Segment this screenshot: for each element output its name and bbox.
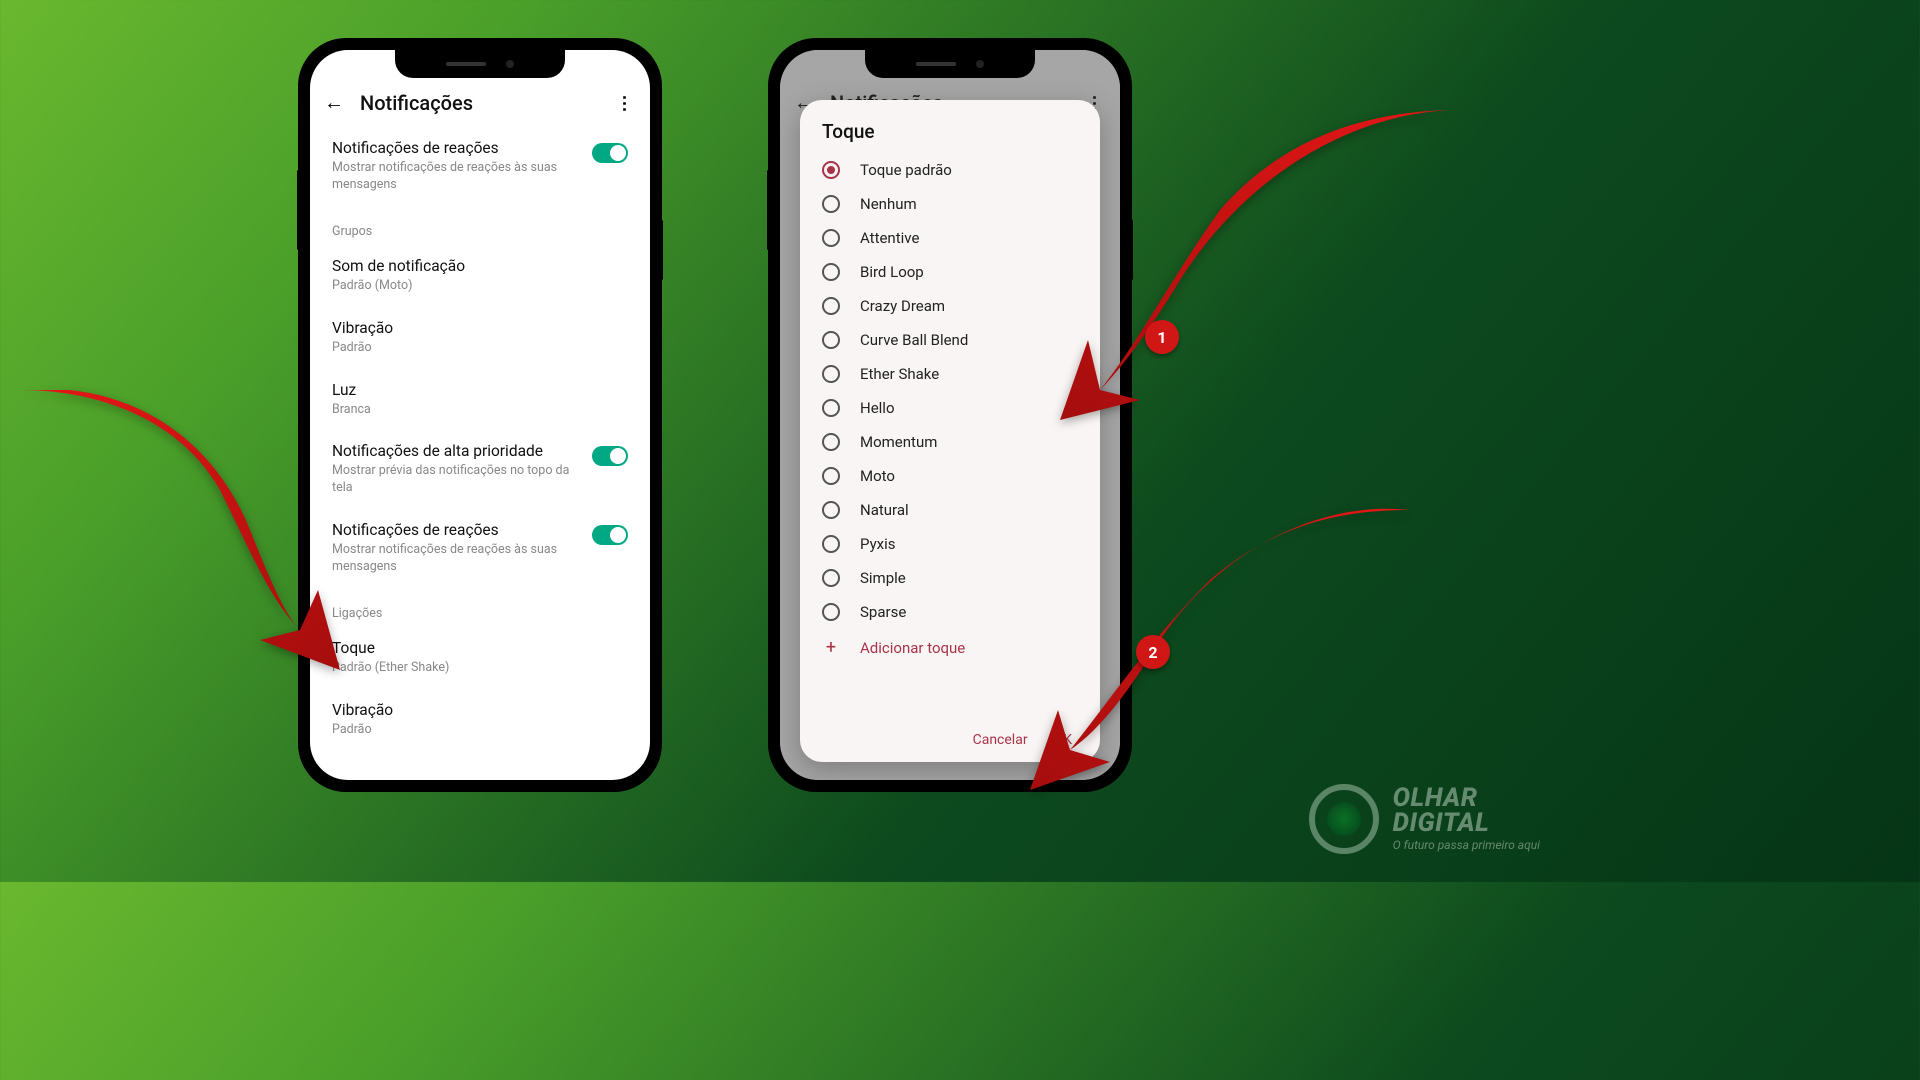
radio-label: Ether Shake bbox=[860, 365, 939, 383]
radio-icon bbox=[822, 433, 840, 451]
dialog-title: Toque bbox=[800, 120, 1100, 153]
row-vibracao-2[interactable]: Vibração Padrão bbox=[332, 689, 628, 751]
radio-icon bbox=[822, 535, 840, 553]
watermark-line2: DIGITAL bbox=[1393, 811, 1540, 836]
row-title: Notificações de reações bbox=[332, 521, 580, 539]
row-title: Vibração bbox=[332, 319, 628, 337]
phone-mockup-left: ← Notificações ⋯ Notificações de reações… bbox=[300, 40, 660, 790]
radio-icon bbox=[822, 331, 840, 349]
radio-option-crazy-dream[interactable]: Crazy Dream bbox=[822, 289, 1078, 323]
callout-arrow-left bbox=[0, 390, 340, 690]
radio-icon bbox=[822, 229, 840, 247]
row-som[interactable]: Som de notificação Padrão (Moto) bbox=[332, 245, 628, 307]
radio-label: Pyxis bbox=[860, 535, 896, 553]
radio-option-bird-loop[interactable]: Bird Loop bbox=[822, 255, 1078, 289]
step-badge-1: 1 bbox=[1145, 320, 1179, 354]
row-title: Notificações de reações bbox=[332, 139, 580, 157]
radio-label: Hello bbox=[860, 399, 895, 417]
radio-label: Momentum bbox=[860, 433, 937, 451]
row-toque[interactable]: Toque Padrão (Ether Shake) bbox=[332, 627, 628, 689]
row-subtitle: Padrão bbox=[332, 722, 628, 739]
radio-label: Crazy Dream bbox=[860, 297, 945, 315]
section-header-grupos: Grupos bbox=[332, 206, 628, 245]
cancel-button[interactable]: Cancelar bbox=[973, 732, 1028, 748]
radio-icon bbox=[822, 161, 840, 179]
row-subtitle: Padrão (Moto) bbox=[332, 278, 628, 295]
radio-label: Nenhum bbox=[860, 195, 917, 213]
radio-icon bbox=[822, 569, 840, 587]
radio-label: Toque padrão bbox=[860, 161, 952, 179]
radio-label: Natural bbox=[860, 501, 909, 519]
row-title: Vibração bbox=[332, 701, 628, 719]
radio-option-curve-ball[interactable]: Curve Ball Blend bbox=[822, 323, 1078, 357]
radio-option-hello[interactable]: Hello bbox=[822, 391, 1078, 425]
radio-icon bbox=[822, 195, 840, 213]
plus-icon: + bbox=[822, 637, 840, 658]
page-title: Notificações bbox=[360, 91, 616, 115]
row-alta-prioridade[interactable]: Notificações de alta prioridade Mostrar … bbox=[332, 430, 628, 509]
screen-left: ← Notificações ⋯ Notificações de reações… bbox=[310, 50, 650, 780]
radio-icon bbox=[822, 399, 840, 417]
radio-label: Sparse bbox=[860, 603, 906, 621]
radio-option-ether-shake[interactable]: Ether Shake bbox=[822, 357, 1078, 391]
radio-option-moto[interactable]: Moto bbox=[822, 459, 1078, 493]
radio-option-momentum[interactable]: Momentum bbox=[822, 425, 1078, 459]
radio-icon bbox=[822, 297, 840, 315]
notch bbox=[395, 50, 565, 78]
row-luz[interactable]: Luz Branca bbox=[332, 369, 628, 431]
radio-label: Simple bbox=[860, 569, 906, 587]
row-reactions-2[interactable]: Notificações de reações Mostrar notifica… bbox=[332, 509, 628, 588]
radio-icon bbox=[822, 365, 840, 383]
row-subtitle: Mostrar prévia das notificações no topo … bbox=[332, 463, 580, 497]
row-subtitle: Branca bbox=[332, 402, 628, 419]
radio-option-attentive[interactable]: Attentive bbox=[822, 221, 1078, 255]
radio-option-toque-padrao[interactable]: Toque padrão bbox=[822, 153, 1078, 187]
row-subtitle: Padrão (Ether Shake) bbox=[332, 660, 628, 677]
row-reactions-1[interactable]: Notificações de reações Mostrar notifica… bbox=[332, 127, 628, 206]
step-badge-2: 2 bbox=[1136, 635, 1170, 669]
notch bbox=[865, 50, 1035, 78]
row-vibracao[interactable]: Vibração Padrão bbox=[332, 307, 628, 369]
radio-label: Attentive bbox=[860, 229, 919, 247]
row-title: Luz bbox=[332, 381, 628, 399]
toggle-switch[interactable] bbox=[592, 446, 628, 466]
row-subtitle: Mostrar notificações de reações às suas … bbox=[332, 160, 580, 194]
radio-label: Moto bbox=[860, 467, 895, 485]
row-title: Som de notificação bbox=[332, 257, 628, 275]
callout-arrow-2 bbox=[1030, 500, 1410, 800]
add-label: Adicionar toque bbox=[860, 639, 965, 657]
watermark-tagline: O futuro passa primeiro aqui bbox=[1393, 838, 1540, 852]
radio-icon bbox=[822, 501, 840, 519]
toggle-switch[interactable] bbox=[592, 143, 628, 163]
more-icon[interactable]: ⋯ bbox=[614, 95, 635, 111]
radio-icon bbox=[822, 467, 840, 485]
radio-icon bbox=[822, 263, 840, 281]
callout-arrow-1 bbox=[1060, 110, 1460, 430]
radio-option-nenhum[interactable]: Nenhum bbox=[822, 187, 1078, 221]
radio-icon bbox=[822, 603, 840, 621]
row-subtitle: Padrão bbox=[332, 340, 628, 357]
settings-list: Notificações de reações Mostrar notifica… bbox=[310, 127, 650, 751]
back-icon[interactable]: ← bbox=[324, 90, 344, 115]
section-header-ligacoes: Ligações bbox=[332, 588, 628, 627]
row-subtitle: Mostrar notificações de reações às suas … bbox=[332, 542, 580, 576]
row-title: Toque bbox=[332, 639, 628, 657]
radio-label: Bird Loop bbox=[860, 263, 924, 281]
row-title: Notificações de alta prioridade bbox=[332, 442, 580, 460]
radio-label: Curve Ball Blend bbox=[860, 331, 968, 349]
toggle-switch[interactable] bbox=[592, 525, 628, 545]
